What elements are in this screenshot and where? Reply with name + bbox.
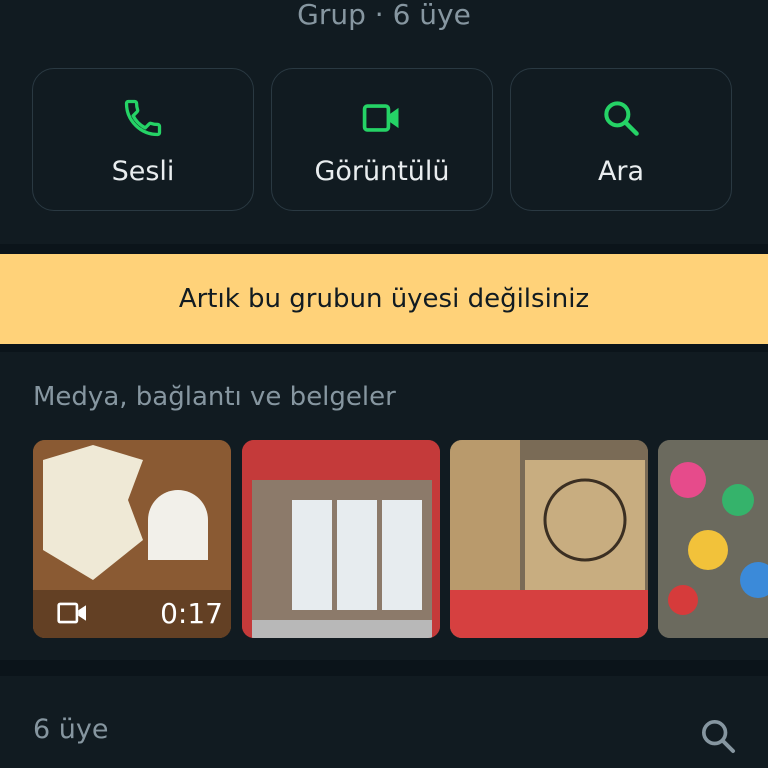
members-section: 6 üye [0, 676, 768, 768]
video-icon [362, 104, 399, 132]
voice-call-button[interactable]: Sesli [32, 68, 254, 211]
search-button[interactable]: Ara [510, 68, 732, 211]
video-badge-icon [57, 602, 86, 624]
cutting-board-image [450, 440, 648, 638]
media-thumbnail-image[interactable] [242, 440, 440, 638]
phone-icon [124, 99, 162, 137]
media-section-title[interactable]: Medya, bağlantı ve belgeler [33, 382, 396, 412]
search-icon [604, 101, 639, 136]
shelf-image [242, 440, 440, 638]
media-thumbnail-image[interactable] [658, 440, 768, 638]
not-member-banner: Artık bu grubun üyesi değilsiniz [0, 254, 768, 344]
voice-call-label: Sesli [111, 156, 175, 187]
media-thumbnails: 0:17 [33, 440, 768, 640]
media-thumbnail-video[interactable]: 0:17 [33, 440, 231, 638]
search-label: Ara [597, 156, 645, 187]
video-call-button[interactable]: Görüntülü [271, 68, 493, 211]
action-buttons: Sesli Görüntülü Ara [32, 68, 732, 211]
video-call-label: Görüntülü [314, 156, 450, 187]
group-subtitle: Grup · 6 üye [297, 0, 471, 31]
members-count: 6 üye [33, 714, 109, 745]
toys-image [658, 440, 768, 638]
members-search-icon[interactable] [698, 716, 738, 756]
group-header: Grup · 6 üye Sesli Görüntülü Ara [0, 0, 768, 244]
media-thumbnail-image[interactable] [450, 440, 648, 638]
video-duration: 0:17 [160, 597, 223, 630]
